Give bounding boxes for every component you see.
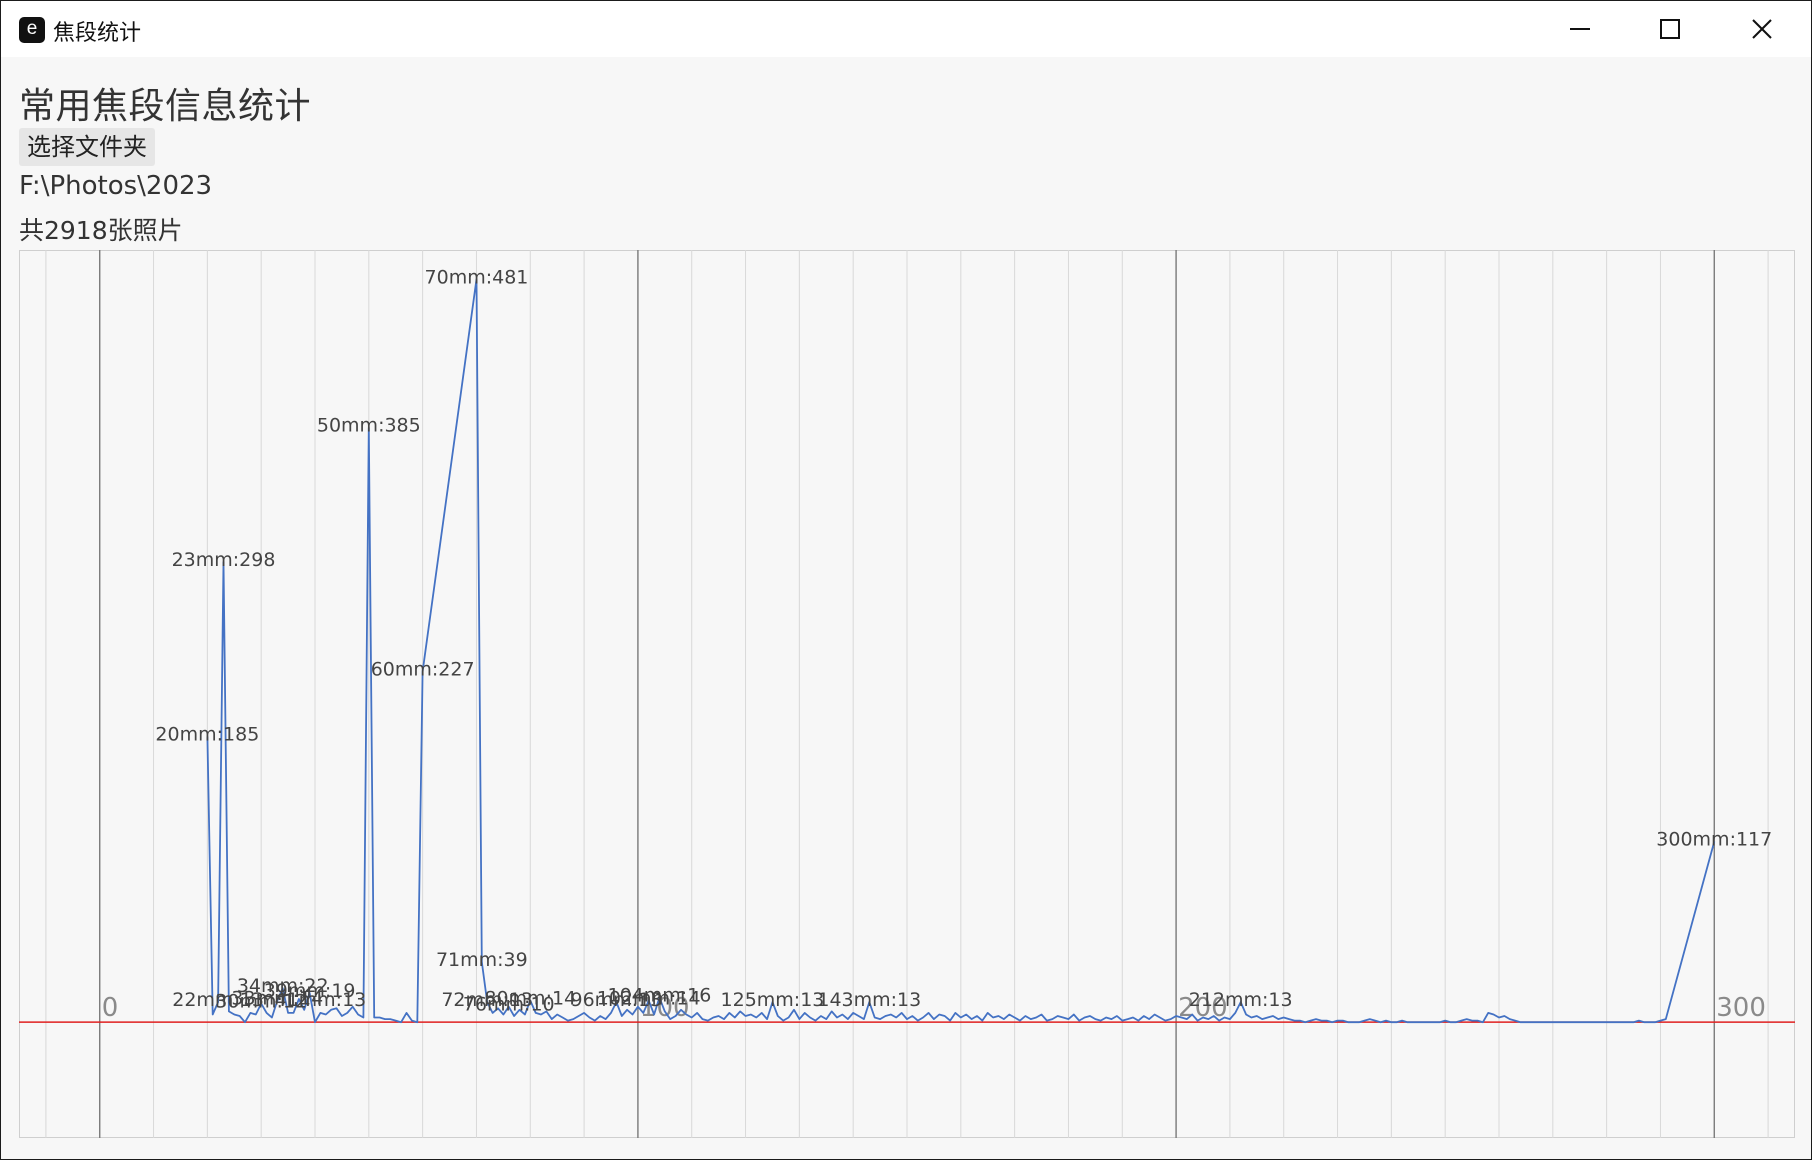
select-folder-button[interactable]: 选择文件夹 [19,128,155,166]
window-title: 焦段统计 [53,21,142,46]
point-label: 104mm:16 [607,984,711,1006]
point-label: 143mm:13 [817,989,921,1011]
minimize-button[interactable] [1535,1,1625,57]
page-title: 常用焦段信息统计 [19,86,312,127]
photo-count: 共2918张照片 [19,216,183,245]
point-label: 60mm:227 [371,659,475,681]
point-label: 50mm:385 [317,415,421,437]
minimize-icon [1570,28,1590,30]
point-label: 300mm:117 [1656,828,1772,850]
point-label: 20mm:185 [155,723,259,745]
title-bar[interactable]: e 焦段统计 [1,1,1811,57]
maximize-icon [1660,19,1680,39]
point-label: 125mm:13 [721,989,825,1011]
point-label: 70mm:481 [425,266,529,288]
app-window: e 焦段统计 常用焦段信息统计 选择文件夹 F:\Photos\2023 共29… [0,0,1812,1160]
point-label: 41mm:13 [274,989,366,1011]
x-tick-label: 0 [102,993,119,1023]
point-label: 23mm:298 [172,549,276,571]
folder-path: F:\Photos\2023 [19,171,213,201]
focal-length-chart: 0 100 200 300 20mm:185 23mm:298 22mm:13 30mm:12… [19,250,1795,1138]
maximize-button[interactable] [1625,1,1715,57]
chart-svg: 0 100 200 30020mm:18523mm:29822mm:1330mm:12… [19,250,1795,1138]
point-label: 212mm:13 [1189,989,1293,1011]
app-logo-icon: e [19,17,45,43]
close-icon [1752,19,1772,39]
point-label: 71mm:39 [436,949,528,971]
close-button[interactable] [1717,1,1807,57]
point-label: 80mm:14 [484,988,576,1010]
x-tick-label: 300 [1716,993,1766,1023]
